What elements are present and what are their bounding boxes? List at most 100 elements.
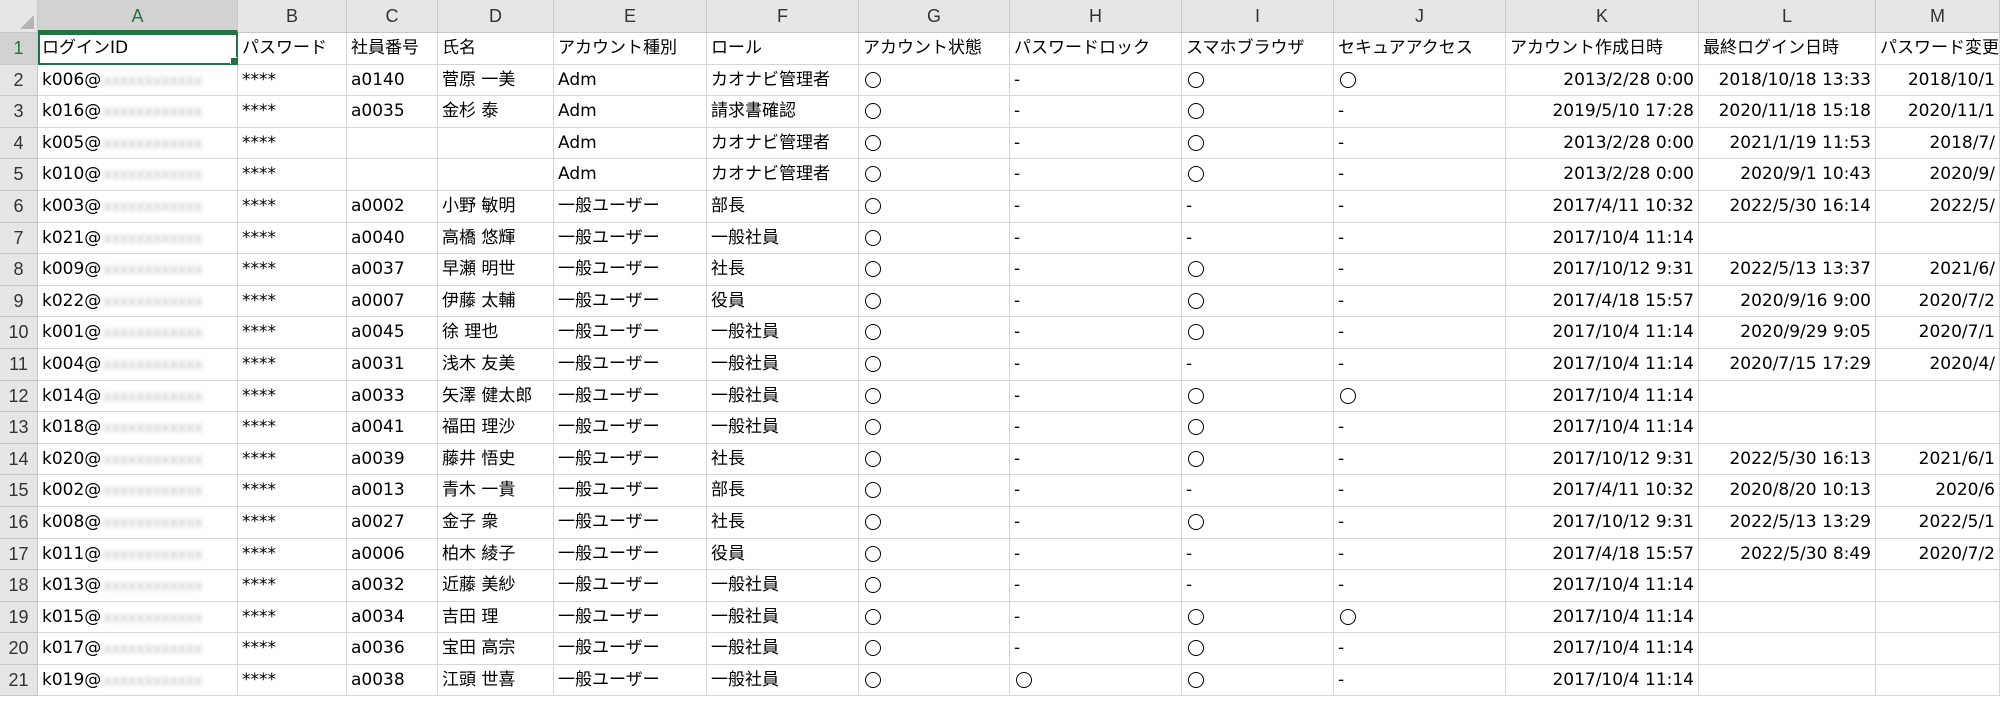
- cell-b10[interactable]: ****: [238, 317, 347, 349]
- cell-c4[interactable]: [347, 127, 438, 160]
- cell-e12[interactable]: 一般ユーザー: [554, 380, 707, 413]
- cell-l21[interactable]: [1699, 664, 1876, 697]
- cell-k3[interactable]: 2019/5/10 17:28: [1506, 96, 1699, 128]
- cell-j18[interactable]: -: [1334, 570, 1506, 602]
- row-header[interactable]: 15: [0, 475, 38, 507]
- cell-k1[interactable]: アカウント作成日時: [1506, 33, 1699, 65]
- cell-g17[interactable]: [859, 538, 1010, 571]
- column-header-i[interactable]: I: [1182, 0, 1334, 33]
- cell-k8[interactable]: 2017/10/12 9:31: [1506, 254, 1699, 286]
- cell-a15[interactable]: k002@ xxxxxxxxxxxx: [38, 475, 238, 507]
- cell-j17[interactable]: -: [1334, 538, 1506, 571]
- cell-i19[interactable]: [1182, 601, 1334, 634]
- cell-d20[interactable]: 宝田 高宗: [438, 633, 554, 665]
- cell-g11[interactable]: [859, 348, 1010, 381]
- cell-a17[interactable]: k011@ xxxxxxxxxxxx: [38, 538, 238, 571]
- cell-h13[interactable]: -: [1010, 412, 1182, 444]
- cell-f6[interactable]: 部長: [707, 190, 859, 223]
- row-header[interactable]: 4: [0, 127, 38, 160]
- cell-e2[interactable]: Adm: [554, 64, 707, 97]
- cell-f20[interactable]: 一般社員: [707, 633, 859, 665]
- cell-b19[interactable]: ****: [238, 601, 347, 634]
- cell-f10[interactable]: 一般社員: [707, 317, 859, 349]
- cell-i6[interactable]: -: [1182, 190, 1334, 223]
- cell-l16[interactable]: 2022/5/13 13:29: [1699, 506, 1876, 539]
- cell-l13[interactable]: [1699, 412, 1876, 444]
- cell-e11[interactable]: 一般ユーザー: [554, 348, 707, 381]
- cell-j14[interactable]: -: [1334, 443, 1506, 476]
- cell-e4[interactable]: Adm: [554, 127, 707, 160]
- cell-d7[interactable]: 高橋 悠輝: [438, 222, 554, 255]
- cell-g4[interactable]: [859, 127, 1010, 160]
- cell-d2[interactable]: 菅原 一美: [438, 64, 554, 97]
- cell-e20[interactable]: 一般ユーザー: [554, 633, 707, 665]
- cell-a5[interactable]: k010@ xxxxxxxxxxxx: [38, 159, 238, 191]
- cell-k20[interactable]: 2017/10/4 11:14: [1506, 633, 1699, 665]
- cell-g6[interactable]: [859, 190, 1010, 223]
- cell-l4[interactable]: 2021/1/19 11:53: [1699, 127, 1876, 160]
- column-header-a[interactable]: A: [38, 0, 238, 33]
- cell-i3[interactable]: [1182, 96, 1334, 128]
- cell-e1[interactable]: アカウント種別: [554, 33, 707, 65]
- cell-b20[interactable]: ****: [238, 633, 347, 665]
- cell-k16[interactable]: 2017/10/12 9:31: [1506, 506, 1699, 539]
- cell-l1[interactable]: 最終ログイン日時: [1699, 33, 1876, 65]
- column-header-f[interactable]: F: [707, 0, 859, 33]
- cell-b8[interactable]: ****: [238, 254, 347, 286]
- row-header[interactable]: 1: [0, 33, 38, 65]
- cell-h10[interactable]: -: [1010, 317, 1182, 349]
- cell-m18[interactable]: [1876, 570, 2000, 602]
- cell-k21[interactable]: 2017/10/4 11:14: [1506, 664, 1699, 697]
- cell-i12[interactable]: [1182, 380, 1334, 413]
- cell-c1[interactable]: 社員番号: [347, 33, 438, 65]
- cell-b6[interactable]: ****: [238, 190, 347, 223]
- cell-l3[interactable]: 2020/11/18 15:18: [1699, 96, 1876, 128]
- cell-c12[interactable]: a0033: [347, 380, 438, 413]
- cell-j10[interactable]: -: [1334, 317, 1506, 349]
- cell-h1[interactable]: パスワードロック: [1010, 33, 1182, 65]
- cell-e18[interactable]: 一般ユーザー: [554, 570, 707, 602]
- row-header[interactable]: 16: [0, 506, 38, 539]
- cell-f2[interactable]: カオナビ管理者: [707, 64, 859, 97]
- cell-c3[interactable]: a0035: [347, 96, 438, 128]
- column-header-l[interactable]: L: [1699, 0, 1876, 33]
- column-header-h[interactable]: H: [1010, 0, 1182, 33]
- cell-m13[interactable]: [1876, 412, 2000, 444]
- cell-f17[interactable]: 役員: [707, 538, 859, 571]
- column-header-b[interactable]: B: [238, 0, 347, 33]
- cell-d12[interactable]: 矢澤 健太郎: [438, 380, 554, 413]
- cell-k18[interactable]: 2017/10/4 11:14: [1506, 570, 1699, 602]
- row-header[interactable]: 5: [0, 159, 38, 191]
- cell-c21[interactable]: a0038: [347, 664, 438, 697]
- cell-h17[interactable]: -: [1010, 538, 1182, 571]
- cell-h2[interactable]: -: [1010, 64, 1182, 97]
- row-header[interactable]: 6: [0, 190, 38, 223]
- cell-h18[interactable]: -: [1010, 570, 1182, 602]
- cell-f4[interactable]: カオナビ管理者: [707, 127, 859, 160]
- row-header[interactable]: 2: [0, 64, 38, 97]
- cell-g14[interactable]: [859, 443, 1010, 476]
- cell-l7[interactable]: [1699, 222, 1876, 255]
- cell-e19[interactable]: 一般ユーザー: [554, 601, 707, 634]
- cell-c15[interactable]: a0013: [347, 475, 438, 507]
- cell-m9[interactable]: 2020/7/2: [1876, 285, 2000, 318]
- cell-m12[interactable]: [1876, 380, 2000, 413]
- cell-k4[interactable]: 2013/2/28 0:00: [1506, 127, 1699, 160]
- row-header[interactable]: 20: [0, 633, 38, 665]
- cell-h16[interactable]: -: [1010, 506, 1182, 539]
- cell-h12[interactable]: -: [1010, 380, 1182, 413]
- cell-h5[interactable]: -: [1010, 159, 1182, 191]
- cell-b13[interactable]: ****: [238, 412, 347, 444]
- cell-b4[interactable]: ****: [238, 127, 347, 160]
- cell-c5[interactable]: [347, 159, 438, 191]
- cell-a13[interactable]: k018@ xxxxxxxxxxxx: [38, 412, 238, 444]
- cell-m19[interactable]: [1876, 601, 2000, 634]
- cell-m17[interactable]: 2020/7/2: [1876, 538, 2000, 571]
- cell-i11[interactable]: -: [1182, 348, 1334, 381]
- cell-c6[interactable]: a0002: [347, 190, 438, 223]
- cell-a2[interactable]: k006@ xxxxxxxxxxxx: [38, 64, 238, 97]
- cell-l18[interactable]: [1699, 570, 1876, 602]
- cell-a18[interactable]: k013@ xxxxxxxxxxxx: [38, 570, 238, 602]
- cell-b16[interactable]: ****: [238, 506, 347, 539]
- cell-g1[interactable]: アカウント状態: [859, 33, 1010, 65]
